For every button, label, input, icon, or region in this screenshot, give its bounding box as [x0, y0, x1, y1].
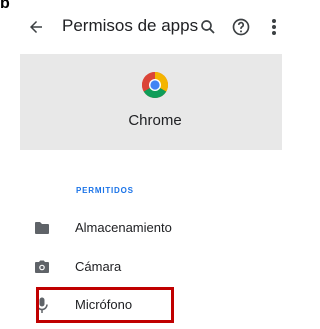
app-bar: Permisos de apps: [20, 0, 282, 54]
permission-item-storage[interactable]: Almacenamiento: [20, 210, 282, 246]
highlight-box: [36, 287, 174, 323]
help-button[interactable]: [229, 15, 253, 39]
permission-label: Cámara: [75, 259, 122, 274]
app-permissions-screen: Permisos de apps Chrome PERMITIDOS Almac…: [20, 0, 282, 329]
chrome-logo-icon: [141, 72, 169, 99]
app-info-header: Chrome: [20, 54, 282, 150]
permission-label: Almacenamiento: [75, 220, 172, 235]
overflow-menu-button[interactable]: [266, 15, 282, 39]
overflow-menu-icon: [272, 19, 276, 35]
search-button[interactable]: [196, 15, 220, 39]
folder-icon: [33, 219, 51, 237]
camera-icon: [33, 258, 51, 276]
permission-item-camera[interactable]: Cámara: [20, 249, 282, 285]
figure-letter: b: [0, 0, 10, 12]
help-icon: [232, 18, 250, 36]
back-button[interactable]: [24, 15, 48, 39]
arrow-back-icon: [30, 21, 42, 33]
page-title: Permisos de apps: [62, 16, 199, 35]
app-name: Chrome: [128, 112, 182, 129]
search-icon: [201, 20, 215, 34]
page-margin: b: [0, 0, 20, 329]
section-header-allowed: PERMITIDOS: [76, 186, 134, 195]
